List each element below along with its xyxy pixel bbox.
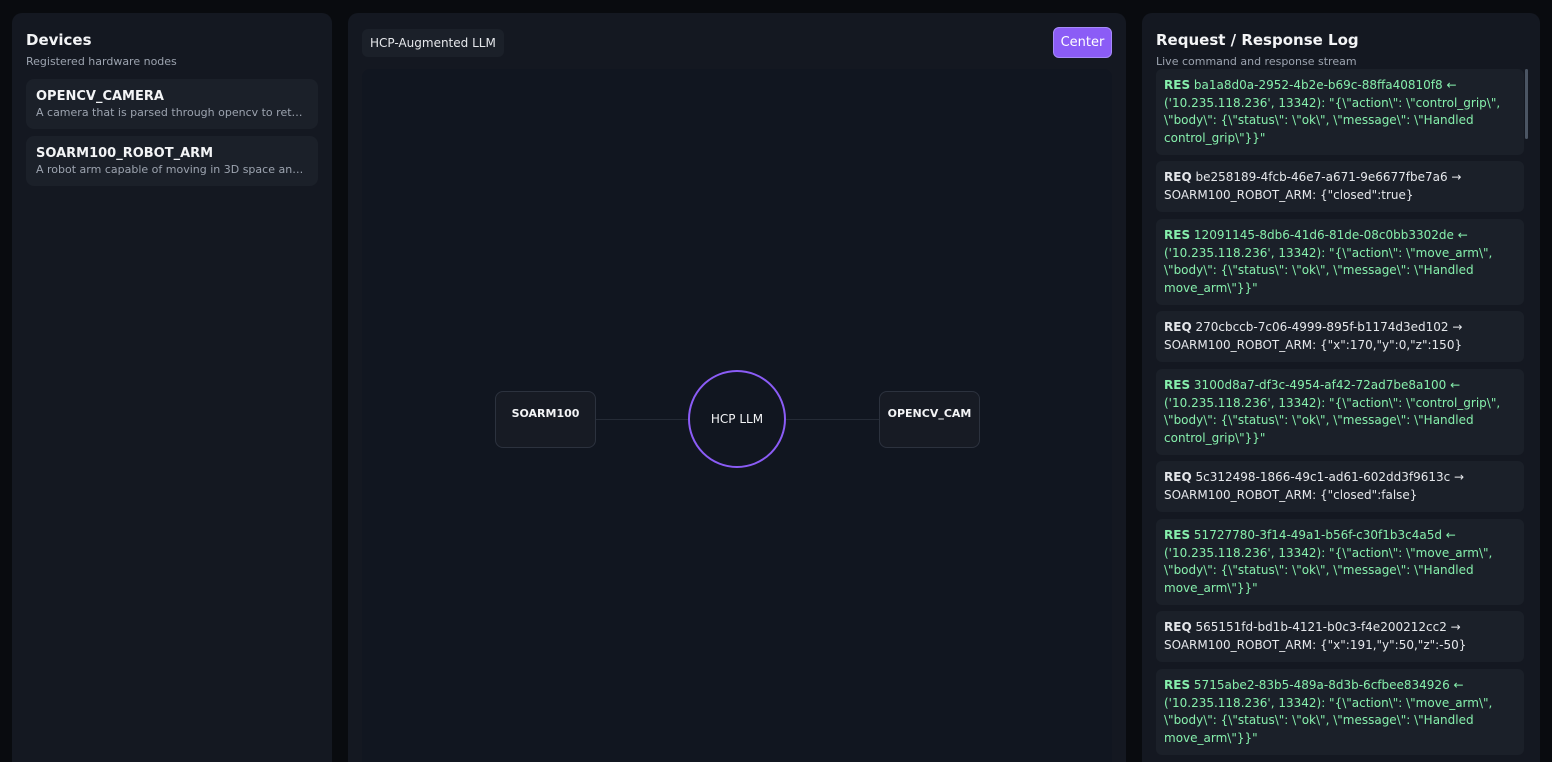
graph-node-opencv-cam[interactable]: OPENCV_CAM bbox=[879, 391, 980, 448]
log-scrollbar[interactable] bbox=[1525, 69, 1528, 139]
log-text: 270cbccb-7c06-4999-895f-b1174d3ed102 → S… bbox=[1164, 320, 1463, 352]
log-text: ba1a8d0a-2952-4b2e-b69c-88ffa40810f8 ← (… bbox=[1164, 78, 1501, 145]
log-kind-badge: RES bbox=[1164, 678, 1191, 692]
log-text: 5715abe2-83b5-489a-8d3b-6cfbee834926 ← (… bbox=[1164, 678, 1493, 745]
device-card-opencv-camera[interactable]: OPENCV_CAMERA A camera that is parsed th… bbox=[26, 79, 318, 129]
log-list[interactable]: RES ba1a8d0a-2952-4b2e-b69c-88ffa40810f8… bbox=[1156, 69, 1528, 762]
device-name: SOARM100_ROBOT_ARM bbox=[36, 146, 214, 161]
devices-title: Devices bbox=[26, 31, 92, 49]
log-kind-badge: RES bbox=[1164, 528, 1191, 542]
node-label: HCP LLM bbox=[710, 412, 764, 426]
log-kind-badge: REQ bbox=[1164, 320, 1192, 334]
device-description: A camera that is parsed through opencv t… bbox=[36, 106, 308, 119]
log-kind-badge: REQ bbox=[1164, 170, 1192, 184]
log-text: be258189-4fcb-46e7-a671-9e6677fbe7a6 → S… bbox=[1164, 170, 1462, 202]
log-entry-request: REQ 270cbccb-7c06-4999-895f-b1174d3ed102… bbox=[1156, 311, 1524, 362]
devices-panel: Devices Registered hardware nodes OPENCV… bbox=[12, 13, 332, 762]
devices-subtitle: Registered hardware nodes bbox=[26, 55, 177, 68]
log-kind-badge: RES bbox=[1164, 378, 1191, 392]
log-entry-request: REQ 565151fd-bd1b-4121-b0c3-f4e200212cc2… bbox=[1156, 611, 1524, 662]
log-kind-badge: RES bbox=[1164, 78, 1191, 92]
log-text: 12091145-8db6-41d6-81de-08c0bb3302de ← (… bbox=[1164, 228, 1493, 295]
log-entry-response: RES 12091145-8db6-41d6-81de-08c0bb3302de… bbox=[1156, 219, 1524, 305]
log-kind-badge: REQ bbox=[1164, 470, 1192, 484]
log-entry-response: RES 51727780-3f14-49a1-b56f-c30f1b3c4a5d… bbox=[1156, 519, 1524, 605]
graph-tag: HCP-Augmented LLM bbox=[362, 29, 504, 57]
log-entry-response: RES 5715abe2-83b5-489a-8d3b-6cfbee834926… bbox=[1156, 669, 1524, 755]
device-card-soarm100-robot-arm[interactable]: SOARM100_ROBOT_ARM A robot arm capable o… bbox=[26, 136, 318, 186]
log-entry-request: REQ 5c312498-1866-49c1-ad61-602dd3f9613c… bbox=[1156, 461, 1524, 512]
graph-node-soarm100[interactable]: SOARM100 bbox=[495, 391, 596, 448]
log-subtitle: Live command and response stream bbox=[1156, 55, 1357, 68]
log-panel: Request / Response Log Live command and … bbox=[1142, 13, 1540, 762]
device-name: OPENCV_CAMERA bbox=[36, 89, 164, 104]
log-entry-response: RES ba1a8d0a-2952-4b2e-b69c-88ffa40810f8… bbox=[1156, 69, 1524, 155]
log-entry-request: REQ be258189-4fcb-46e7-a671-9e6677fbe7a6… bbox=[1156, 161, 1524, 212]
node-label: OPENCV_CAM bbox=[887, 407, 972, 420]
graph-edge-right bbox=[785, 419, 879, 420]
log-title: Request / Response Log bbox=[1156, 31, 1359, 49]
graph-panel: HCP-Augmented LLM Center SOARM100 HCP LL… bbox=[348, 13, 1126, 762]
graph-node-hcp-llm[interactable]: HCP LLM bbox=[688, 370, 786, 468]
log-entry-response: RES 3100d8a7-df3c-4954-af42-72ad7be8a100… bbox=[1156, 369, 1524, 455]
graph-edge-left bbox=[595, 419, 689, 420]
log-kind-badge: RES bbox=[1164, 228, 1191, 242]
log-text: 5c312498-1866-49c1-ad61-602dd3f9613c → S… bbox=[1164, 470, 1465, 502]
graph-canvas[interactable]: SOARM100 HCP LLM OPENCV_CAM bbox=[362, 69, 1112, 762]
node-label: SOARM100 bbox=[511, 407, 580, 420]
log-text: 565151fd-bd1b-4121-b0c3-f4e200212cc2 → S… bbox=[1164, 620, 1467, 652]
log-text: 3100d8a7-df3c-4954-af42-72ad7be8a100 ← (… bbox=[1164, 378, 1501, 445]
device-description: A robot arm capable of moving in 3D spac… bbox=[36, 163, 308, 176]
center-button[interactable]: Center bbox=[1053, 27, 1112, 58]
log-kind-badge: REQ bbox=[1164, 620, 1192, 634]
log-text: 51727780-3f14-49a1-b56f-c30f1b3c4a5d ← (… bbox=[1164, 528, 1493, 595]
